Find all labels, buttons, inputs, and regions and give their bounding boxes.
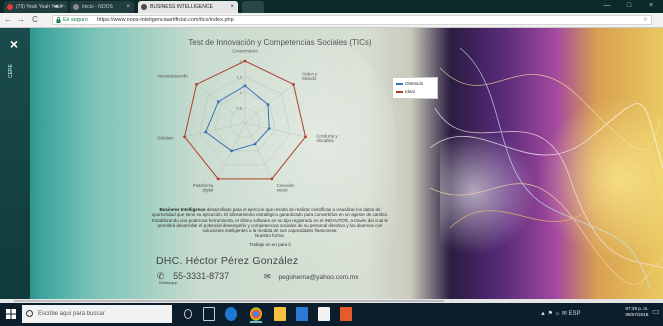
- radar-tick-label: 1: [240, 90, 243, 95]
- clock-date: 06/07/2018: [625, 312, 649, 317]
- bookmark-star-icon[interactable]: ☆: [643, 16, 648, 24]
- legend-label: Ideal: [405, 89, 415, 94]
- radar-axis-line: [184, 122, 246, 137]
- phone-number: 55-3331-8737: [173, 271, 230, 281]
- mail-app-icon[interactable]: [296, 307, 308, 321]
- description-text: Business Intelligence desarrollado para …: [150, 207, 390, 239]
- radar-axis-label: Neurodesarrollo: [158, 73, 188, 78]
- url-text: https://www.noos-inteligenciaartificial.…: [97, 17, 234, 23]
- series-point-obtenido: [267, 127, 271, 130]
- chart-title: Test de Innovación y Competencias Social…: [188, 38, 372, 47]
- tab-youtube[interactable]: (79) Yeah Yeah Yeah - ◄ ×: [4, 1, 68, 13]
- secure-label: Es seguro: [63, 17, 88, 23]
- side-label: CERE: [8, 64, 14, 78]
- close-icon[interactable]: ×: [6, 36, 22, 52]
- series-point-obtenido: [216, 100, 220, 104]
- tab-close-icon[interactable]: ◄ ×: [53, 1, 64, 13]
- mail-icon: ✉: [264, 272, 271, 281]
- search-icon: [26, 310, 33, 317]
- radar-axis-label: Conocimiento: [232, 48, 258, 53]
- youtube-icon: [7, 4, 13, 10]
- tab-inicio-noos[interactable]: Inicio - NOOS ×: [70, 1, 134, 13]
- chrome-icon[interactable]: [250, 307, 262, 321]
- series-point-ideal: [270, 177, 274, 181]
- series-point-ideal: [292, 82, 295, 86]
- radar-ticks: 2 1.5 1 0.5: [236, 59, 242, 111]
- windows-start-icon[interactable]: [2, 305, 20, 323]
- left-panel: [0, 28, 30, 301]
- close-window-button[interactable]: ×: [640, 0, 662, 13]
- chart-legend: Obtenido Ideal: [392, 77, 438, 99]
- radar-tick-label: 0.5: [236, 106, 242, 111]
- series-point-ideal: [243, 59, 247, 63]
- series-point-ideal: [183, 135, 186, 139]
- back-icon[interactable]: ←: [3, 14, 13, 26]
- tab-close-icon[interactable]: ×: [230, 1, 234, 13]
- contact-phone: ✆ 55-3331-8737 Whatsapp: [157, 271, 230, 285]
- radar-axis-labels: Fuentes deConocimientoOrden yMétodoCondu…: [157, 48, 338, 193]
- legend-item-obtenido: Obtenido: [396, 80, 423, 87]
- store-icon[interactable]: [318, 307, 330, 321]
- photos-icon[interactable]: [340, 307, 352, 321]
- notifications-icon[interactable]: ▭: [652, 307, 662, 321]
- series-point-obtenido: [253, 142, 257, 146]
- page-icon: [141, 4, 147, 10]
- series-point-ideal: [195, 82, 198, 86]
- series-point-obtenido: [243, 84, 247, 88]
- browser-tab-strip: (79) Yeah Yeah Yeah - ◄ × Inicio - NOOS …: [0, 0, 663, 13]
- maximize-button[interactable]: □: [618, 0, 640, 13]
- series-point-obtenido: [230, 149, 233, 153]
- radar-axis-label: Método: [302, 76, 317, 81]
- forward-icon[interactable]: →: [16, 14, 26, 26]
- radar-chart: 2 1.5 1 0.5 Fuentes deConocimientoOrden yMé…: [157, 48, 338, 193]
- neural-lines-image: [430, 47, 663, 289]
- task-view-icon[interactable]: [203, 307, 215, 321]
- series-point-obtenido: [266, 103, 270, 107]
- new-tab-button[interactable]: [242, 1, 264, 13]
- contact-email[interactable]: ✉ pegoherna@yahoo.com.mx: [264, 272, 358, 281]
- series-point-ideal: [216, 177, 220, 181]
- radar-tick-label: 1.5: [236, 75, 242, 80]
- legend-swatch: [396, 90, 403, 93]
- description-tail: Nuestro forma.: [255, 233, 285, 239]
- edge-icon[interactable]: [225, 307, 237, 321]
- email-text: pegoherna@yahoo.com.mx: [278, 274, 359, 281]
- url-input[interactable]: Es seguro https://www.noos-inteligenciaa…: [52, 15, 652, 25]
- series-point-obtenido: [204, 130, 208, 134]
- file-explorer-icon[interactable]: [274, 307, 286, 321]
- invite-text: Trabaje en un para ti: [249, 242, 291, 247]
- taskbar-search-input[interactable]: Escribe aquí para buscar: [22, 305, 172, 323]
- search-placeholder: Escribe aquí para buscar: [38, 311, 105, 317]
- radar-tick-label: 2: [240, 59, 243, 64]
- series-point-ideal: [304, 135, 307, 139]
- chart-menu-icon[interactable]: ▯ ▯: [427, 40, 434, 46]
- tab-business-intelligence[interactable]: BUSINESS INTELLIGENCE ×: [138, 1, 238, 13]
- tab-label: BUSINESS INTELLIGENCE: [150, 4, 213, 10]
- taskbar-clock[interactable]: 07:29 p. m. 06/07/2018: [622, 306, 652, 318]
- scrollbar-thumb[interactable]: [14, 300, 444, 302]
- legend-swatch: [396, 82, 403, 85]
- radar-axis-label: disciplina: [316, 138, 334, 143]
- radar-axis-line: [244, 84, 294, 124]
- description-lead: Business Intelligence: [159, 207, 206, 212]
- radar-axis-label: digital: [202, 188, 213, 193]
- lock-icon: [56, 17, 61, 23]
- radar-axis-label: social: [277, 188, 288, 193]
- address-bar: ← → C Es seguro https://www.noos-intelig…: [0, 13, 663, 28]
- legend-label: Obtenido: [405, 81, 424, 86]
- phone-label: Whatsapp: [159, 280, 178, 285]
- radar-axis-line: [244, 122, 306, 137]
- minimize-button[interactable]: —: [596, 0, 618, 13]
- cortana-icon[interactable]: [184, 309, 192, 319]
- tab-close-icon[interactable]: ×: [126, 1, 130, 13]
- tab-label: Inicio - NOOS: [82, 4, 113, 10]
- page-icon: [73, 4, 79, 10]
- system-tray[interactable]: ▲ ⚑ ☼ ✉ ESP: [540, 305, 630, 323]
- reload-icon[interactable]: C: [30, 14, 40, 26]
- chrome-active-indicator: [250, 321, 262, 323]
- radar-axis-label: Solidario: [157, 135, 174, 140]
- contact-name: DHC. Héctor Pérez González: [156, 255, 299, 267]
- legend-item-ideal: Ideal: [396, 88, 415, 95]
